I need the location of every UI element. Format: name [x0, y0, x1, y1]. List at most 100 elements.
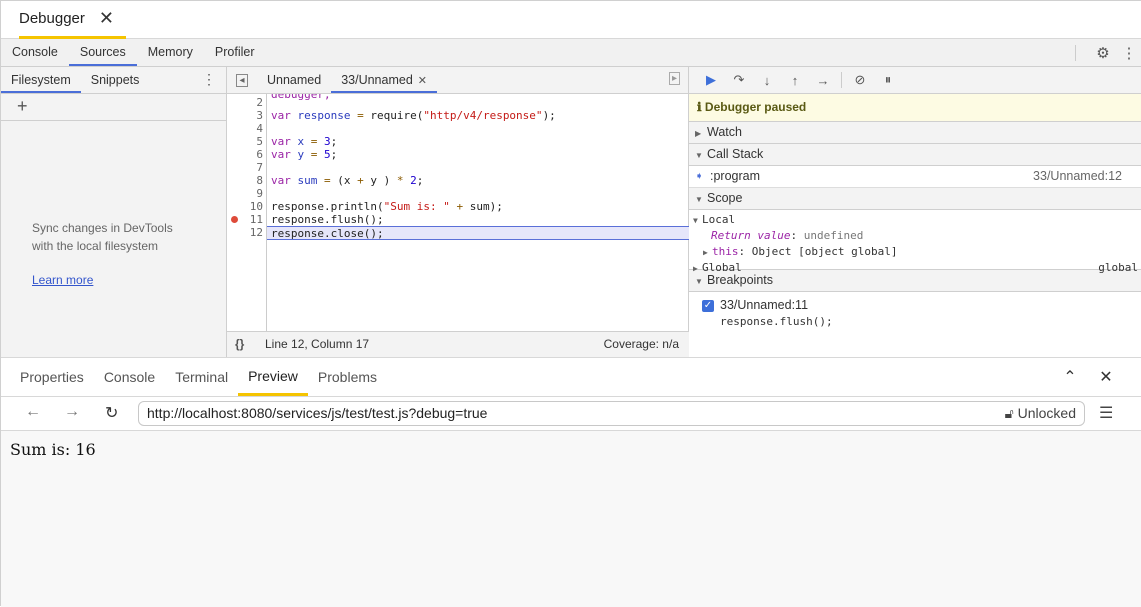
tab-filesystem[interactable]: Filesystem	[1, 67, 81, 93]
line-number: 12	[249, 226, 263, 239]
scope-local[interactable]: ▼ Local	[693, 212, 1141, 228]
code-line: var y = 5;	[271, 148, 338, 161]
frame-function: :program	[710, 169, 761, 183]
editor-tab-33-unnamed[interactable]: 33/Unnamed ✕	[331, 67, 437, 93]
cursor-position: Line 12, Column 17	[265, 337, 370, 351]
code-line: var response = require("http/v4/response…	[271, 109, 556, 122]
forward-icon[interactable]: →	[64, 403, 80, 421]
code-line: response.flush();	[271, 213, 384, 226]
line-number: 8	[256, 174, 263, 187]
pause-on-exceptions-icon[interactable]: ⏸	[874, 72, 902, 88]
section-call-stack[interactable]: ▼ Call Stack	[689, 144, 1141, 166]
section-title: Scope	[707, 191, 743, 205]
tab-label: 33/Unnamed	[341, 73, 413, 87]
line-number: 6	[256, 148, 263, 161]
code-line: response.println("Sum is: " + sum);	[271, 200, 503, 213]
line-number[interactable]: 11	[227, 213, 263, 226]
editor-tab-unnamed[interactable]: Unnamed	[257, 67, 331, 93]
tab-problems[interactable]: Problems	[308, 358, 387, 396]
scope-return-value: Return value: undefined	[711, 229, 864, 242]
preview-output: Sum is: 16	[10, 440, 96, 459]
close-icon[interactable]: ✕	[99, 8, 114, 29]
code-editor: ◂ Unnamed 33/Unnamed ✕ ▸ debugger; 2 3 var…	[227, 67, 689, 357]
debugger-toolbar: ▶ ↷ ↓ ↑ → ⊘ ⏸	[689, 67, 1141, 94]
toggle-debugger-icon[interactable]: ▸	[668, 72, 680, 85]
line-number: 4	[256, 122, 263, 135]
info-icon: ℹ	[697, 100, 705, 114]
refresh-icon[interactable]: ↻	[105, 403, 118, 423]
tab-console[interactable]: Console	[94, 358, 165, 396]
step-over-icon[interactable]: ↷	[725, 72, 753, 88]
frame-location[interactable]: 33/Unnamed:12	[1033, 166, 1122, 187]
pretty-print-button[interactable]: {}	[235, 332, 244, 357]
toggle-navigator-icon[interactable]: ◂	[227, 67, 257, 93]
navigator-pane: Filesystem Snippets ⋮ + Sync changes in …	[1, 67, 227, 357]
lock-toggle[interactable]: 🔓︎ Unlocked	[1005, 402, 1076, 425]
divider	[1075, 44, 1076, 61]
current-frame-icon: ➧	[695, 171, 704, 182]
scope-label: Local	[702, 213, 736, 226]
resume-icon[interactable]: ▶	[697, 72, 725, 88]
tab-snippets[interactable]: Snippets	[81, 67, 150, 93]
tab-console[interactable]: Console	[1, 39, 69, 66]
url-input[interactable]: http://localhost:8080/services/js/test/t…	[138, 401, 1085, 426]
line-number: 9	[256, 187, 263, 200]
tab-terminal[interactable]: Terminal	[165, 358, 238, 396]
tab-properties[interactable]: Properties	[10, 358, 94, 396]
preview-navbar: ← → ↻ http://localhost:8080/services/js/…	[1, 397, 1141, 431]
step-out-icon[interactable]: ↑	[781, 73, 809, 88]
section-watch[interactable]: ▶ Watch	[689, 122, 1141, 144]
gear-icon[interactable]: ⚙	[1090, 44, 1116, 62]
message-line-1: Sync changes in DevTools	[32, 221, 173, 235]
bottom-panel-tabs: Properties Console Terminal Preview Prob…	[1, 357, 1141, 397]
url-text: http://localhost:8080/services/js/test/t…	[147, 405, 488, 421]
breakpoint-checkbox[interactable]: ✓	[702, 300, 714, 312]
breakpoint-code: response.flush();	[720, 315, 833, 328]
code-line: var x = 3;	[271, 135, 338, 148]
line-number: 7	[256, 161, 263, 174]
editor-status-bar: {} Line 12, Column 17 Coverage: n/a	[227, 331, 689, 357]
step-into-icon[interactable]: ↓	[753, 73, 781, 88]
close-icon[interactable]: ✕	[1088, 367, 1124, 387]
code-line: response.close();	[271, 227, 384, 240]
filesystem-message: Sync changes in DevTools with the local …	[32, 219, 173, 255]
line-number: 3	[256, 109, 263, 122]
settings-sliders-icon[interactable]: ☰	[1099, 403, 1113, 423]
code-area[interactable]: debugger; 2 3 var response = require("htt…	[227, 94, 689, 331]
debugger-window-tab[interactable]: Debugger ✕	[19, 1, 126, 39]
back-icon[interactable]: ←	[25, 403, 41, 421]
add-folder-button[interactable]: +	[17, 96, 28, 116]
paused-message: Debugger paused	[704, 100, 807, 114]
scope-global[interactable]: ▶ Global global	[693, 260, 1141, 276]
step-icon[interactable]: →	[809, 73, 837, 88]
section-scope[interactable]: ▼ Scope	[689, 188, 1141, 210]
collapse-icon: ▼	[695, 151, 703, 160]
tab-label: Unnamed	[267, 73, 322, 87]
current-execution-line: response.close();	[267, 226, 689, 240]
expand-icon: ▶	[695, 129, 702, 138]
tab-memory[interactable]: Memory	[137, 39, 204, 66]
window-title: Debugger	[19, 10, 85, 27]
message-line-2: with the local filesystem	[32, 239, 159, 253]
section-title: Call Stack	[707, 147, 764, 161]
section-title: Watch	[707, 125, 742, 139]
tab-profiler[interactable]: Profiler	[204, 39, 266, 66]
tab-sources[interactable]: Sources	[68, 39, 137, 66]
window-titlebar: Debugger ✕	[1, 1, 1141, 39]
deactivate-breakpoints-icon[interactable]: ⊘	[846, 72, 874, 88]
call-frame[interactable]: ➧ :program 33/Unnamed:12	[689, 166, 1141, 188]
close-tab-icon[interactable]: ✕	[418, 75, 427, 87]
unlock-icon: 🔓︎	[1004, 405, 1018, 421]
scope-this[interactable]: ▶ this: Object [object global]	[693, 244, 1141, 260]
more-vert-icon[interactable]: ⋮	[202, 71, 216, 88]
breakpoint-location: 33/Unnamed:11	[720, 298, 809, 312]
coverage-status: Coverage: n/a	[603, 337, 679, 351]
breakpoint-item[interactable]: ✓ 33/Unnamed:11 response.flush();	[689, 292, 1141, 332]
tab-preview[interactable]: Preview	[238, 358, 308, 396]
chevron-up-icon[interactable]: ⌃	[1052, 367, 1088, 387]
more-vert-icon[interactable]: ⋮	[1116, 44, 1141, 62]
divider	[841, 72, 842, 88]
line-number: 5	[256, 135, 263, 148]
learn-more-link[interactable]: Learn more	[32, 273, 93, 287]
line-number: 10	[249, 200, 263, 213]
